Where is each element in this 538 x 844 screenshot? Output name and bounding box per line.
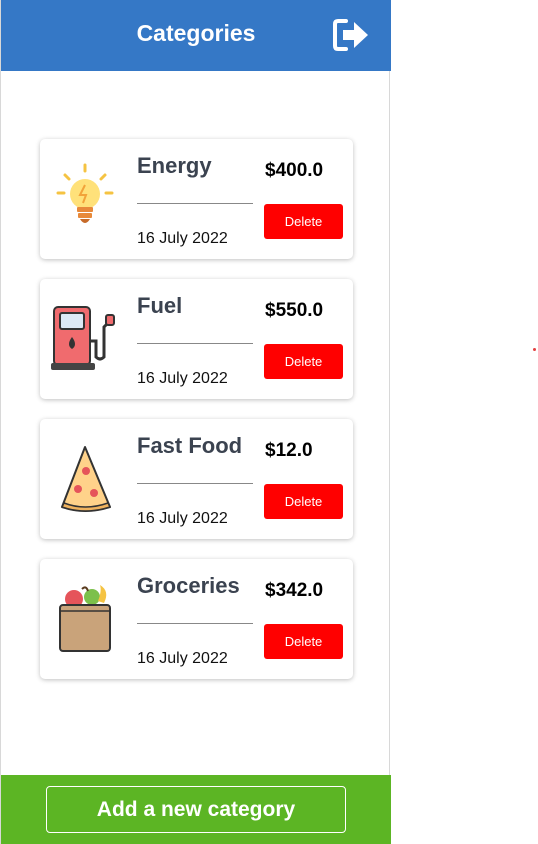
category-card: Energy 16 July 2022 $400.0 Delete [40,139,353,259]
category-date: 16 July 2022 [137,510,228,527]
delete-button[interactable]: Delete [264,624,343,659]
category-amount: $12.0 [265,440,313,461]
category-name: Fast Food [137,433,243,458]
delete-button[interactable]: Delete [264,484,343,519]
header-bar: Categories [1,0,391,71]
category-amount: $550.0 [265,300,324,321]
category-amount: $400.0 [265,160,324,181]
fuel-pump-icon [51,306,115,370]
category-card: Fast Food 16 July 2022 $12.0 Delete [40,419,353,539]
category-date: 16 July 2022 [137,370,228,387]
category-name: Fuel [137,293,183,318]
divider [137,343,253,344]
category-amount: $342.0 [265,580,324,601]
divider [137,623,253,624]
category-card: Groceries 16 July 2022 $342.0 Delete [40,559,353,679]
add-category-button[interactable]: Add a new category [46,786,346,833]
app-screen: Categories Energy 16 July 2022 $400.0 De… [0,0,391,844]
divider [137,203,253,204]
grocery-bag-icon [59,585,111,652]
category-name: Energy [137,153,212,178]
pizza-slice-icon [60,446,112,512]
category-card: Fuel 16 July 2022 $550.0 Delete [40,279,353,399]
stray-dot [533,348,536,351]
delete-button[interactable]: Delete [264,204,343,239]
category-date: 16 July 2022 [137,650,228,667]
category-date: 16 July 2022 [137,230,228,247]
sign-out-icon[interactable] [332,18,370,52]
divider [137,483,253,484]
footer-bar: Add a new category [1,775,391,844]
delete-button[interactable]: Delete [264,344,343,379]
lightbulb-icon [56,163,114,223]
category-name: Groceries [137,573,240,598]
